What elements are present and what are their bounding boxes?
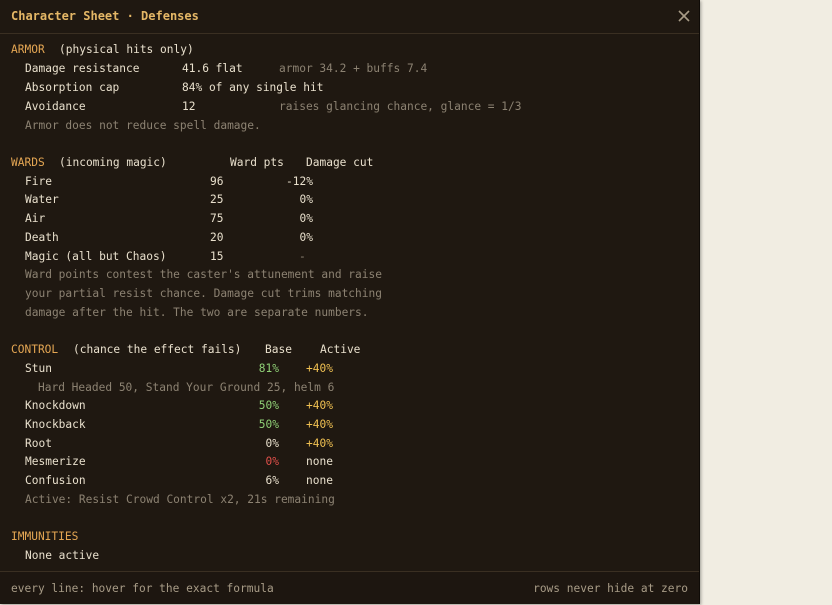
defenses-panel: Character Sheet · Defenses ARMOR (physic…: [0, 0, 700, 604]
control-subheading: (chance the effect fails): [73, 343, 242, 356]
immunities-value[interactable]: None active: [25, 549, 99, 563]
footer-hint-right: rows never hide at zero: [533, 582, 688, 595]
row-pts: 15: [210, 250, 224, 263]
row-label: Fire: [25, 175, 52, 188]
row-cut: -12%: [286, 175, 313, 188]
row-label: Damage resistance: [25, 62, 140, 75]
row-active: +40%: [306, 362, 333, 375]
wards-col-damage-cut: Damage cut: [306, 156, 374, 169]
row-cut: 0%: [299, 193, 313, 206]
wards-footnote-line-2: your partial resist chance. Damage cut t…: [25, 287, 382, 300]
row-value: 41.6 flat: [182, 62, 243, 75]
immunities-heading: IMMUNITIES: [11, 530, 79, 543]
control-col-active: Active: [320, 343, 361, 356]
row-note: armor 34.2 + buffs 7.4: [279, 62, 428, 75]
wards-subheading: (incoming magic): [59, 156, 167, 169]
row-label: Water: [25, 193, 59, 206]
row-pts: 20: [210, 231, 224, 244]
row-value: 12: [182, 100, 196, 113]
row-label: Air: [25, 212, 46, 225]
wards-col-ward-pts: Ward pts: [230, 156, 284, 169]
row-base: 81%: [258, 362, 279, 375]
row-label: Avoidance: [25, 100, 86, 113]
control-heading: CONTROL: [11, 343, 59, 356]
footer-bar: every line: hover for the exact formula …: [0, 571, 699, 604]
close-button[interactable]: [676, 6, 692, 26]
row-cut: 0%: [299, 212, 313, 225]
window-title: Character Sheet · Defenses: [11, 9, 199, 23]
row-label: Mesmerize: [25, 455, 86, 468]
row-base: 50%: [258, 418, 279, 431]
row-pts: 96: [210, 175, 224, 188]
armor-heading: ARMOR: [11, 43, 45, 56]
wards-heading: WARDS: [11, 156, 45, 169]
row-cut: -: [299, 250, 306, 263]
row-note: raises glancing chance, glance = 1/3: [279, 100, 522, 113]
row-value: 84% of any single hit: [182, 81, 324, 94]
armor-subheading: (physical hits only): [59, 43, 194, 56]
row-cut: 0%: [299, 231, 313, 244]
row-active: +40%: [306, 399, 333, 412]
close-icon: [678, 10, 690, 22]
row-label: Death: [25, 231, 59, 244]
wards-footnote-line-1: Ward points contest the caster's attunem…: [25, 268, 382, 281]
row-active: +40%: [306, 418, 333, 431]
row-label: Confusion: [25, 474, 86, 487]
row-active: +40%: [306, 437, 333, 450]
control-col-base: Base: [265, 343, 292, 356]
stun-detail: Hard Headed 50, Stand Your Ground 25, he…: [38, 381, 335, 394]
row-label: Root: [25, 437, 52, 450]
row-label: Knockback: [25, 418, 86, 431]
row-active: none: [306, 455, 333, 468]
row-base: 0%: [265, 437, 279, 450]
control-footnote: Active: Resist Crowd Control x2, 21s rem…: [25, 493, 335, 506]
row-base: 0%: [265, 455, 279, 468]
row-pts: 25: [210, 193, 224, 206]
row-base: 6%: [265, 474, 279, 487]
wards-footnote-line-3: damage after the hit. The two are separa…: [25, 306, 369, 319]
armor-footnote: Armor does not reduce spell damage.: [25, 119, 261, 132]
row-active: none: [306, 474, 333, 487]
row-label: Knockdown: [25, 399, 86, 412]
row-base: 50%: [258, 399, 279, 412]
footer-hint-left: every line: hover for the exact formula: [11, 582, 274, 595]
row-label: Absorption cap: [25, 81, 120, 94]
row-label: Magic (all but Chaos): [25, 250, 167, 263]
row-pts: 75: [210, 212, 224, 225]
row-label: Stun: [25, 362, 52, 375]
title-bar: Character Sheet · Defenses: [0, 0, 699, 34]
